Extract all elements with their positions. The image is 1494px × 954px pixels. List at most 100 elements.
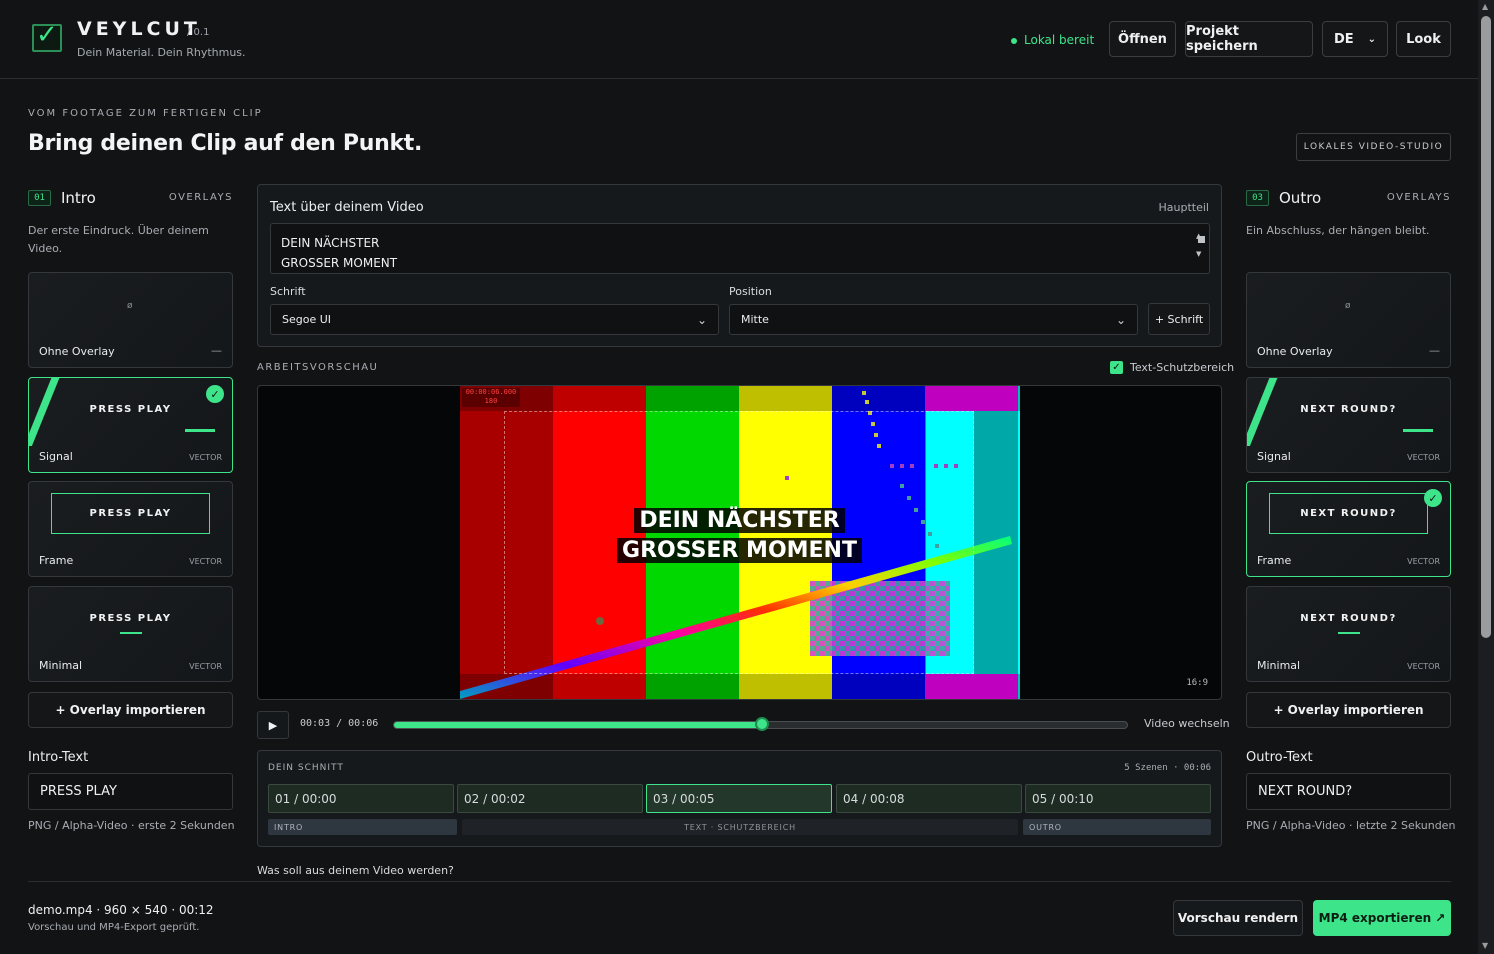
status-indicator: Lokal bereit — [1011, 33, 1094, 47]
outro-number-badge: 03 — [1246, 190, 1269, 206]
overlay-text-line: DEIN NÄCHSTER — [258, 508, 1221, 533]
card-preview-text: PRESS PLAY — [89, 404, 172, 415]
textarea-scrollbar[interactable]: ▲ ▼ — [1196, 226, 1207, 271]
outro-overlay-frame[interactable]: NEXT ROUND? ✓ Frame VECTOR — [1246, 481, 1451, 577]
intro-text-note: PNG / Alpha-Video · erste 2 Sekunden — [28, 819, 235, 832]
card-preview-text: PRESS PLAY — [89, 613, 172, 624]
app-window: ✓ VEYLCUT / 0.1 Dein Material. Dein Rhyt… — [0, 0, 1478, 954]
text-settings-panel: Text über deinem Video Hauptteil DEIN NÄ… — [257, 184, 1222, 347]
look-button[interactable]: Look — [1396, 21, 1451, 57]
play-icon: ▶ — [268, 718, 278, 732]
add-font-button[interactable]: + Schrift — [1148, 303, 1210, 335]
export-mp4-button[interactable]: MP4 exportieren ↗ — [1313, 900, 1451, 936]
file-info: demo.mp4 · 960 × 540 · 00:12 — [28, 903, 214, 917]
outro-overlay-none[interactable]: ø Ohne Overlay — — [1246, 272, 1451, 368]
textarea-line: GROSSER MOMENT — [281, 256, 398, 270]
underline-graphic — [1403, 429, 1433, 432]
language-value: DE — [1333, 31, 1354, 47]
intro-overlay-signal[interactable]: PRESS PLAY ✓ Signal VECTOR — [28, 377, 233, 473]
position-label: Position — [729, 285, 772, 298]
overlay-text-line: GROSSER MOMENT — [258, 538, 1221, 563]
card-tag: VECTOR — [189, 557, 222, 566]
scroll-down-icon[interactable]: ▼ — [1482, 941, 1488, 950]
intro-segment: INTRO — [268, 819, 457, 835]
scene-chip[interactable]: 05 / 00:10 — [1025, 784, 1211, 813]
scene-chip[interactable]: 03 / 00:05 — [646, 784, 832, 813]
playback-scrubber[interactable] — [393, 717, 1128, 731]
outro-text-input[interactable]: NEXT ROUND? — [1246, 773, 1451, 810]
card-tag: VECTOR — [189, 453, 222, 462]
cut-summary: 5 Szenen · 00:06 — [1124, 763, 1211, 773]
card-name: Ohne Overlay — [39, 345, 115, 358]
outro-overlay-signal[interactable]: NEXT ROUND? Signal VECTOR — [1246, 377, 1451, 473]
scene-chip[interactable]: 02 / 00:02 — [457, 784, 643, 813]
purpose-question: Was soll aus deinem Video werden? — [257, 864, 454, 877]
outro-import-overlay-button[interactable]: + Overlay importieren — [1246, 692, 1451, 728]
intro-overlay-minimal[interactable]: PRESS PLAY Minimal VECTOR — [28, 586, 233, 682]
card-tag: VECTOR — [1407, 662, 1440, 671]
card-name: Signal — [1257, 450, 1291, 463]
intro-desc-line: Video. — [28, 242, 63, 255]
card-tag: — — [211, 344, 222, 357]
underline-graphic — [1338, 632, 1360, 634]
outro-text-note: PNG / Alpha-Video · letzte 2 Sekunden — [1246, 819, 1456, 832]
card-preview-text: NEXT ROUND? — [1300, 404, 1397, 415]
intro-header: 01 Intro OVERLAYS — [28, 189, 233, 209]
card-name: Frame — [39, 554, 74, 567]
cut-panel: DEIN SCHNITT 5 Szenen · 00:06 01 / 00:00… — [257, 750, 1222, 847]
card-name: Frame — [1257, 554, 1292, 567]
section-label: Hauptteil — [1158, 201, 1209, 214]
save-project-button[interactable]: Projekt speichern — [1185, 21, 1313, 57]
overlay-text-textarea[interactable]: DEIN NÄCHSTER GROSSER MOMENT ▲ ▼ — [270, 223, 1210, 274]
play-button[interactable]: ▶ — [257, 711, 289, 739]
outro-overlays-label: OVERLAYS — [1386, 192, 1451, 203]
checkbox-checked-icon[interactable]: ✓ — [1110, 361, 1123, 374]
intro-title: Intro — [61, 189, 96, 207]
scene-chip[interactable]: 04 / 00:08 — [836, 784, 1022, 813]
outro-segment: OUTRO — [1023, 819, 1211, 835]
aspect-ratio-label: 16:9 — [1186, 678, 1208, 688]
textarea-line: DEIN NÄCHSTER — [281, 236, 380, 250]
intro-import-overlay-button[interactable]: + Overlay importieren — [28, 692, 233, 728]
card-name: Minimal — [39, 659, 83, 672]
change-video-link[interactable]: Video wechseln — [1144, 717, 1230, 730]
chevron-down-icon: ⌄ — [1367, 33, 1377, 45]
scrubber-handle[interactable] — [754, 717, 769, 731]
card-preview-text: PRESS PLAY — [89, 508, 172, 519]
outro-overlay-minimal[interactable]: NEXT ROUND? Minimal VECTOR — [1246, 586, 1451, 682]
safe-area-toggle[interactable]: ✓ Text-Schutzbereich — [1110, 361, 1234, 374]
scroll-up-icon[interactable]: ▲ — [1482, 2, 1488, 11]
outro-description: Ein Abschluss, der hängen bleibt. — [1246, 224, 1430, 237]
font-select[interactable]: Segoe UI ⌄ — [270, 304, 719, 335]
selected-check-icon: ✓ — [206, 385, 224, 403]
intro-number-badge: 01 — [28, 190, 51, 206]
scroll-down-icon[interactable]: ▼ — [1196, 244, 1201, 264]
card-tag: VECTOR — [1407, 557, 1440, 566]
card-name: Minimal — [1257, 659, 1301, 672]
intro-overlay-frame[interactable]: PRESS PLAY Frame VECTOR — [28, 481, 233, 577]
intro-text-label: Intro-Text — [28, 750, 89, 765]
video-preview[interactable]: 00:00:06.000 180 DEIN NÄCHSTER GROSSER MO… — [257, 385, 1222, 700]
card-preview-text: NEXT ROUND? — [1300, 508, 1397, 519]
card-tag: VECTOR — [1407, 453, 1440, 462]
no-overlay-icon: ø — [127, 301, 133, 311]
intro-overlay-none[interactable]: ø Ohne Overlay — — [28, 272, 233, 368]
scrollbar-thumb[interactable] — [1481, 16, 1491, 638]
page-scrollbar[interactable]: ▲ ▼ — [1478, 0, 1494, 954]
render-preview-button[interactable]: Vorschau rendern — [1173, 900, 1303, 936]
card-tag: VECTOR — [189, 662, 222, 671]
position-select[interactable]: Mitte ⌄ — [729, 304, 1138, 335]
overlay-text: DEIN NÄCHSTER — [634, 508, 845, 533]
footer-divider — [28, 881, 1451, 882]
outro-title: Outro — [1279, 189, 1322, 207]
intro-text-input[interactable]: PRESS PLAY — [28, 773, 233, 810]
card-tag: — — [1429, 344, 1440, 357]
card-name: Ohne Overlay — [1257, 345, 1333, 358]
open-button[interactable]: Öffnen — [1109, 21, 1176, 57]
time-display: 00:03 / 00:06 — [300, 718, 379, 729]
text-panel-title: Text über deinem Video — [270, 200, 424, 215]
language-select[interactable]: DE ⌄ — [1322, 21, 1388, 57]
scene-chip[interactable]: 01 / 00:00 — [268, 784, 454, 813]
intro-desc-line: Der erste Eindruck. Über deinem — [28, 224, 209, 237]
logo-icon: ✓ — [32, 20, 62, 52]
